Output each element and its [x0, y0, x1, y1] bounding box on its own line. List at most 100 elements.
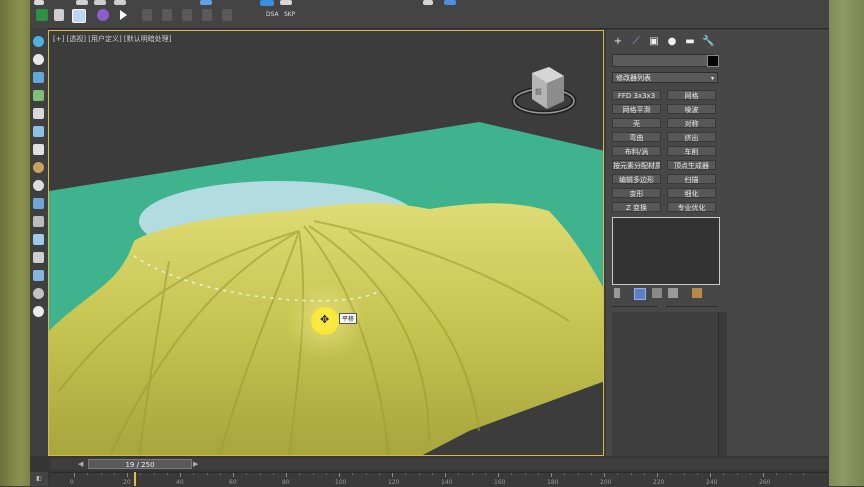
modifier-button[interactable]: 专业优化	[667, 202, 716, 212]
lamp-icon[interactable]	[33, 306, 44, 317]
time-slider-thumb[interactable]: 19 / 250	[88, 459, 192, 469]
ruler-minor-tick	[564, 473, 566, 475]
modifier-button[interactable]: 布料/涡	[612, 146, 661, 156]
ruler-minor-tick	[166, 473, 168, 475]
track-ruler[interactable]: 0 20 40 60 80 100 120 140 160 180 200 220 240 260	[50, 472, 829, 487]
motion-tab-icon[interactable]: ●	[666, 36, 678, 48]
cone-icon[interactable]	[33, 126, 44, 137]
modifier-button[interactable]: 壳	[612, 118, 661, 128]
particles-icon[interactable]	[33, 252, 44, 263]
plane-icon[interactable]	[33, 234, 44, 245]
modifier-button[interactable]: 对称	[667, 118, 716, 128]
select-rotate-icon[interactable]	[260, 0, 274, 6]
drag-handle-icon[interactable]: ....	[658, 302, 666, 309]
render-icon[interactable]	[97, 9, 109, 21]
unlink-icon[interactable]	[94, 0, 106, 5]
grid-icon[interactable]	[33, 216, 44, 227]
current-frame-marker[interactable]	[134, 472, 136, 486]
stop-icon[interactable]	[142, 9, 152, 21]
modifier-button[interactable]: 顶点生成器	[667, 160, 716, 170]
pin-stack-icon[interactable]	[614, 288, 620, 298]
sphere-icon[interactable]	[33, 162, 44, 173]
display-tab-icon[interactable]: ▬	[684, 36, 696, 48]
modifier-button[interactable]: 网格平滑	[612, 104, 661, 114]
undo-icon[interactable]	[34, 0, 44, 5]
snap-toggle-icon[interactable]	[423, 0, 433, 5]
ruler-minor-tick	[511, 473, 513, 475]
left-command-strip	[30, 28, 48, 458]
modifier-list-label: 修改器列表	[616, 74, 651, 82]
configure-sets-icon[interactable]	[692, 288, 702, 298]
modifier-button[interactable]: 挤出	[667, 132, 716, 142]
geosphere-icon[interactable]	[33, 198, 44, 209]
ruler-tick	[286, 473, 287, 477]
ruler-tick-label: 160	[494, 479, 506, 486]
make-unique-icon[interactable]	[652, 288, 662, 298]
ruler-minor-tick	[140, 473, 142, 475]
modifier-button[interactable]: 细化	[667, 188, 716, 198]
loop-icon[interactable]	[162, 9, 172, 21]
modifier-button[interactable]: Z 变换	[612, 202, 661, 212]
modify-tab-icon[interactable]: ⟋	[630, 36, 642, 48]
modifier-button[interactable]: 按元素分配材质	[612, 160, 661, 170]
perspective-viewport[interactable]: [+] [透视] [用户定义] [默认明暗处理] 前 ✥ 平移	[48, 30, 604, 456]
chevron-left-icon[interactable]: ◀	[78, 460, 86, 468]
modifier-button[interactable]: 扫描	[667, 174, 716, 184]
sun-icon[interactable]	[33, 54, 44, 65]
ruler-minor-tick	[696, 473, 698, 475]
ruler-tick	[392, 473, 393, 477]
skp-label[interactable]: SKP	[284, 11, 295, 18]
show-end-result-icon[interactable]	[634, 288, 646, 300]
select-region-icon[interactable]	[200, 0, 212, 5]
page-icon[interactable]	[33, 144, 44, 155]
bowl-icon[interactable]	[33, 288, 44, 299]
camera-icon[interactable]	[33, 72, 44, 83]
track-bar-toggle[interactable]: ◧	[30, 472, 48, 486]
select-scale-icon[interactable]	[280, 0, 292, 5]
modifier-button[interactable]: 网格	[667, 90, 716, 100]
desktop-right-edge	[829, 0, 864, 486]
parameters-rollout	[612, 312, 718, 456]
bind-space-warp-icon[interactable]	[114, 0, 126, 5]
viewport-label[interactable]: [+] [透视] [用户定义] [默认明暗处理]	[53, 34, 171, 44]
dsa-label[interactable]: DSA	[266, 11, 279, 18]
object-color-swatch[interactable]	[707, 55, 719, 67]
ruler-minor-tick	[259, 473, 261, 475]
text-shape-icon[interactable]	[33, 108, 44, 119]
remove-modifier-icon[interactable]	[668, 288, 678, 298]
panel-scrollbar[interactable]	[718, 312, 727, 456]
light-bulb-icon[interactable]	[33, 36, 44, 47]
ruler-tick-label: 180	[547, 479, 559, 486]
select-link-icon[interactable]	[76, 0, 88, 5]
utilities-tab-icon[interactable]: 🔧	[702, 36, 714, 48]
display-icon[interactable]	[33, 270, 44, 281]
viewcube-label: 前	[535, 88, 542, 96]
viewport-layout-icon[interactable]	[72, 9, 86, 23]
record-icon[interactable]	[182, 9, 192, 21]
torus-icon[interactable]	[33, 180, 44, 191]
angle-snap-icon[interactable]	[444, 0, 456, 5]
modifier-button[interactable]: 变形	[612, 188, 661, 198]
object-name-field[interactable]	[612, 54, 714, 67]
modifier-button[interactable]: 弯曲	[612, 132, 661, 142]
tree-icon[interactable]	[33, 90, 44, 101]
modifier-button[interactable]: FFD 3x3x3	[612, 90, 661, 100]
chevron-right-icon[interactable]: ▶	[193, 460, 201, 468]
tools-icon[interactable]	[54, 9, 64, 21]
ruler-tick-label: 80	[282, 479, 290, 486]
modifier-button[interactable]: 车削	[667, 146, 716, 156]
ruler-minor-tick	[352, 473, 354, 475]
create-tab-icon[interactable]: +	[612, 36, 624, 48]
play-icon[interactable]	[120, 10, 127, 20]
command-panel: + ⟋ ▣ ● ▬ 🔧 修改器列表 ▾ FFD 3x3x3 网格 网格平滑 噪波…	[606, 30, 828, 456]
hierarchy-tab-icon[interactable]: ▣	[648, 36, 660, 48]
keyframe-icon[interactable]	[202, 9, 212, 21]
ruler-tick	[710, 473, 711, 477]
modifier-button[interactable]: 编辑多边形	[612, 174, 661, 184]
modifier-list-dropdown[interactable]: 修改器列表 ▾	[612, 72, 718, 83]
modifier-stack[interactable]	[612, 217, 720, 285]
filter-icon[interactable]	[222, 9, 232, 21]
scene-explorer-icon[interactable]	[36, 9, 48, 21]
modifier-button[interactable]: 噪波	[667, 104, 716, 114]
main-toolbar: DSA SKP	[30, 0, 829, 29]
